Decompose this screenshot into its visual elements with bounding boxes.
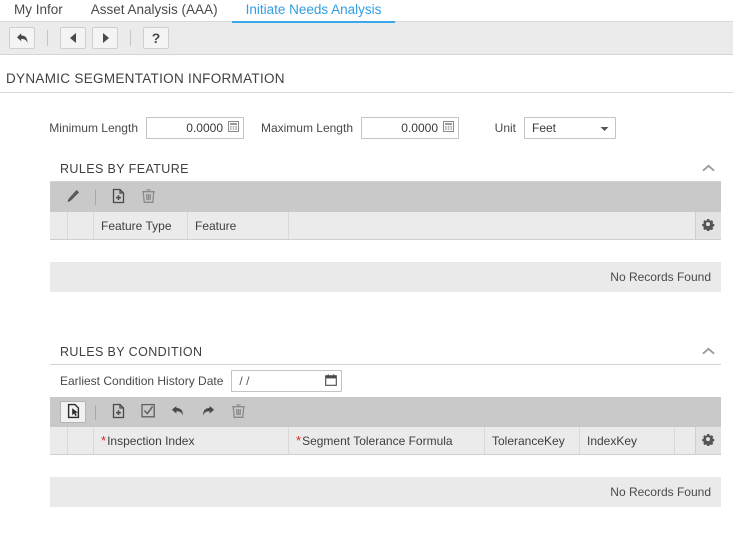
column-header-feature[interactable]: Feature bbox=[188, 212, 289, 239]
undo-arrow-icon bbox=[170, 404, 186, 421]
dynamic-segmentation-fields: Minimum Length 0.0000 Maximum Length 0.0… bbox=[0, 93, 733, 147]
question-mark-icon: ? bbox=[152, 31, 161, 45]
select-all-checkbox-button[interactable] bbox=[135, 401, 161, 423]
select-record-button[interactable] bbox=[60, 401, 86, 423]
chevron-down-icon bbox=[600, 121, 609, 135]
tab-label: Initiate Needs Analysis bbox=[246, 2, 382, 17]
next-button[interactable] bbox=[92, 27, 118, 49]
page-title: DYNAMIC SEGMENTATION INFORMATION bbox=[0, 55, 733, 92]
column-header-segment-tolerance-formula[interactable]: * Segment Tolerance Formula bbox=[289, 427, 485, 454]
file-plus-icon bbox=[111, 403, 126, 422]
rules-by-feature-title: RULES BY FEATURE bbox=[60, 162, 189, 176]
tab-label: My Infor bbox=[14, 2, 63, 17]
document-cursor-icon bbox=[66, 403, 81, 422]
rules-by-feature-column-headers: Feature Type Feature bbox=[50, 212, 721, 240]
triangle-right-icon bbox=[100, 32, 111, 44]
rules-by-feature-empty-row: No Records Found bbox=[50, 262, 721, 292]
rules-by-condition-empty-row: No Records Found bbox=[50, 477, 721, 507]
column-header-index-key[interactable]: IndexKey bbox=[580, 427, 675, 454]
main-toolbar: ? bbox=[0, 22, 733, 55]
trash-icon bbox=[141, 188, 156, 207]
redo-arrow-icon bbox=[200, 404, 216, 421]
minimum-length-value: 0.0000 bbox=[186, 121, 223, 135]
maximum-length-label: Maximum Length bbox=[244, 121, 361, 135]
previous-button[interactable] bbox=[60, 27, 86, 49]
pencil-icon bbox=[65, 188, 81, 207]
column-header-select[interactable] bbox=[50, 212, 68, 239]
column-label: Inspection Index bbox=[107, 434, 194, 448]
tab-my-infor[interactable]: My Infor bbox=[0, 0, 77, 22]
gear-icon bbox=[702, 433, 715, 449]
earliest-condition-date-row: Earliest Condition History Date / / bbox=[50, 365, 721, 397]
new-record-button[interactable] bbox=[105, 401, 131, 423]
earliest-condition-date-label: Earliest Condition History Date bbox=[60, 374, 223, 388]
column-header-tolerance-key[interactable]: ToleranceKey bbox=[485, 427, 580, 454]
grid-settings-button[interactable] bbox=[695, 427, 721, 454]
file-plus-icon bbox=[111, 188, 126, 207]
column-header-select[interactable] bbox=[50, 427, 68, 454]
edit-pencil-button[interactable] bbox=[60, 186, 86, 208]
tab-asset-analysis[interactable]: Asset Analysis (AAA) bbox=[77, 0, 232, 22]
back-arrow-icon bbox=[15, 32, 30, 45]
rules-by-condition-grid-toolbar bbox=[50, 397, 721, 427]
column-header-indicator[interactable] bbox=[68, 212, 94, 239]
redo-button[interactable] bbox=[195, 401, 221, 423]
rules-by-feature-grid-toolbar bbox=[50, 182, 721, 212]
grid-settings-button[interactable] bbox=[695, 212, 721, 239]
toolbar-separator bbox=[130, 30, 131, 46]
minimum-length-label: Minimum Length bbox=[0, 121, 146, 135]
calculator-icon[interactable] bbox=[228, 121, 239, 135]
rules-by-condition-column-headers: * Inspection Index * Segment Tolerance F… bbox=[50, 427, 721, 455]
maximum-length-value: 0.0000 bbox=[401, 121, 438, 135]
unit-label: Unit bbox=[459, 121, 524, 135]
column-header-feature-type[interactable]: Feature Type bbox=[94, 212, 188, 239]
delete-record-button[interactable] bbox=[135, 186, 161, 208]
rules-by-condition-panel: RULES BY CONDITION Earliest Condition Hi… bbox=[50, 344, 721, 455]
undo-button[interactable] bbox=[165, 401, 191, 423]
column-header-spacer bbox=[675, 427, 695, 454]
tab-strip: My Infor Asset Analysis (AAA) Initiate N… bbox=[0, 0, 733, 22]
back-button[interactable] bbox=[9, 27, 35, 49]
collapse-chevron-up-icon[interactable] bbox=[702, 161, 721, 176]
minimum-length-input[interactable]: 0.0000 bbox=[146, 117, 244, 139]
grid-toolbar-separator bbox=[95, 190, 96, 205]
rules-by-condition-header: RULES BY CONDITION bbox=[50, 344, 721, 365]
unit-select[interactable]: Feet bbox=[524, 117, 616, 139]
rules-by-condition-title: RULES BY CONDITION bbox=[60, 345, 202, 359]
rules-by-feature-panel: RULES BY FEATURE bbox=[50, 161, 721, 240]
earliest-condition-date-input[interactable]: / / bbox=[231, 370, 342, 392]
triangle-left-icon bbox=[68, 32, 79, 44]
calculator-icon[interactable] bbox=[443, 121, 454, 135]
collapse-chevron-up-icon[interactable] bbox=[702, 344, 721, 359]
column-header-indicator[interactable] bbox=[68, 427, 94, 454]
rules-by-feature-header: RULES BY FEATURE bbox=[50, 161, 721, 182]
gear-icon bbox=[702, 218, 715, 234]
calendar-icon[interactable] bbox=[325, 374, 337, 389]
column-label: Segment Tolerance Formula bbox=[302, 434, 453, 448]
checkbox-checked-icon bbox=[141, 403, 156, 421]
required-asterisk-icon: * bbox=[101, 437, 106, 445]
column-header-inspection-index[interactable]: * Inspection Index bbox=[94, 427, 289, 454]
tab-label: Asset Analysis (AAA) bbox=[91, 2, 218, 17]
unit-value: Feet bbox=[532, 121, 556, 135]
required-asterisk-icon: * bbox=[296, 437, 301, 445]
help-button[interactable]: ? bbox=[143, 27, 169, 49]
column-header-spacer bbox=[289, 212, 695, 239]
trash-icon bbox=[231, 403, 246, 422]
tab-initiate-needs-analysis[interactable]: Initiate Needs Analysis bbox=[232, 0, 396, 22]
empty-message: No Records Found bbox=[610, 270, 711, 284]
grid-body-spacer bbox=[0, 455, 733, 477]
grid-toolbar-separator bbox=[95, 405, 96, 420]
maximum-length-input[interactable]: 0.0000 bbox=[361, 117, 459, 139]
delete-record-button[interactable] bbox=[225, 401, 251, 423]
earliest-condition-date-value: / / bbox=[239, 374, 249, 388]
empty-message: No Records Found bbox=[610, 485, 711, 499]
grid-body-spacer bbox=[0, 240, 733, 262]
new-record-button[interactable] bbox=[105, 186, 131, 208]
toolbar-separator bbox=[47, 30, 48, 46]
